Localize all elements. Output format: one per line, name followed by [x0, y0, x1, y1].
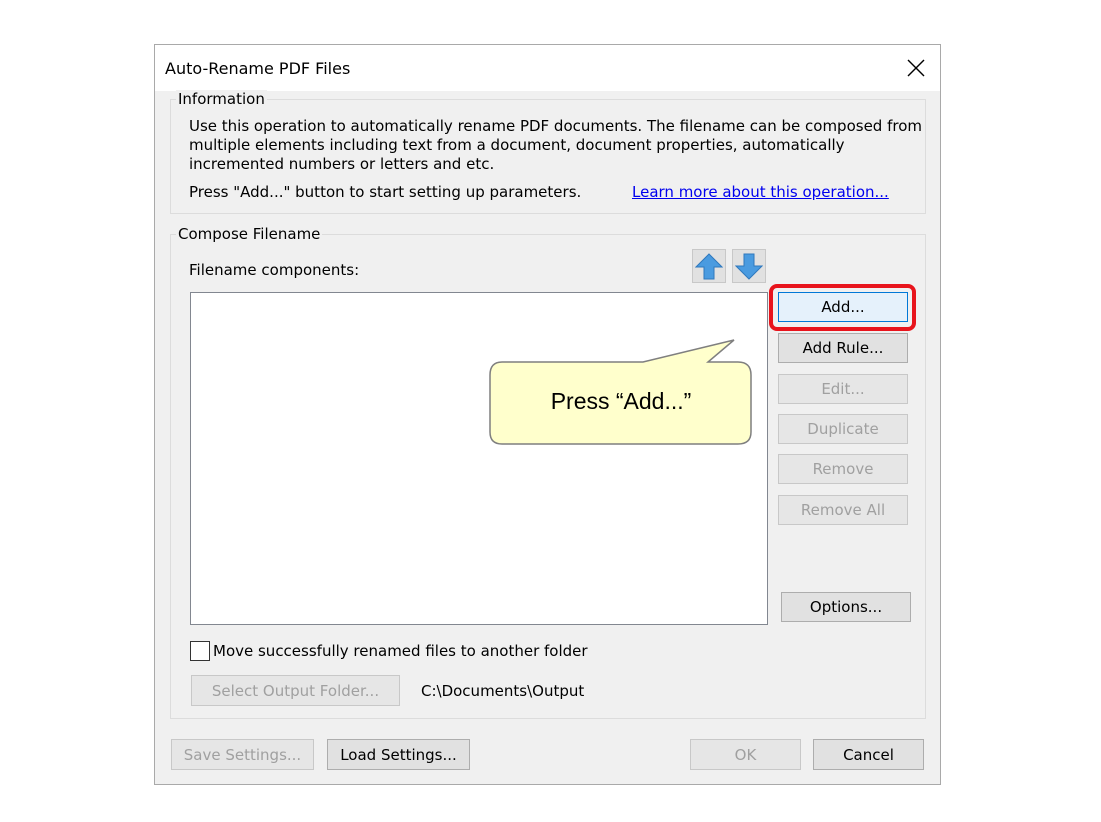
move-files-label: Move successfully renamed files to anoth…	[213, 642, 588, 660]
move-files-checkbox[interactable]	[190, 641, 210, 661]
add-rule-button[interactable]: Add Rule...	[778, 333, 908, 363]
information-legend: Information	[176, 90, 267, 108]
arrow-up-icon	[695, 253, 723, 280]
move-up-button[interactable]	[692, 249, 726, 283]
information-line-2: multiple elements including text from a …	[189, 136, 845, 154]
cancel-button[interactable]: Cancel	[813, 739, 924, 770]
arrow-down-icon	[735, 253, 763, 280]
information-line-3: incremented numbers or letters and etc.	[189, 155, 495, 173]
callout-text: Press “Add...”	[550, 388, 692, 414]
load-settings-button[interactable]: Load Settings...	[327, 739, 470, 770]
save-settings-button[interactable]: Save Settings...	[171, 739, 314, 770]
duplicate-button[interactable]: Duplicate	[778, 414, 908, 444]
dialog-title: Auto-Rename PDF Files	[165, 59, 351, 78]
move-down-button[interactable]	[732, 249, 766, 283]
close-button[interactable]	[898, 51, 934, 85]
edit-button[interactable]: Edit...	[778, 374, 908, 404]
compose-filename-legend: Compose Filename	[176, 225, 323, 243]
close-icon	[907, 59, 925, 77]
remove-button[interactable]: Remove	[778, 454, 908, 484]
select-output-folder-button[interactable]: Select Output Folder...	[191, 675, 400, 706]
add-button[interactable]: Add...	[778, 292, 908, 322]
information-line-1: Use this operation to automatically rena…	[189, 117, 922, 135]
output-folder-path: C:\Documents\Output	[421, 682, 585, 700]
learn-more-link[interactable]: Learn more about this operation...	[632, 183, 889, 201]
remove-all-button[interactable]: Remove All	[778, 495, 908, 525]
options-button[interactable]: Options...	[781, 592, 911, 622]
title-bar: Auto-Rename PDF Files	[155, 45, 940, 91]
filename-components-label: Filename components:	[189, 261, 360, 279]
information-hint: Press "Add..." button to start setting u…	[189, 183, 582, 201]
ok-button[interactable]: OK	[690, 739, 801, 770]
